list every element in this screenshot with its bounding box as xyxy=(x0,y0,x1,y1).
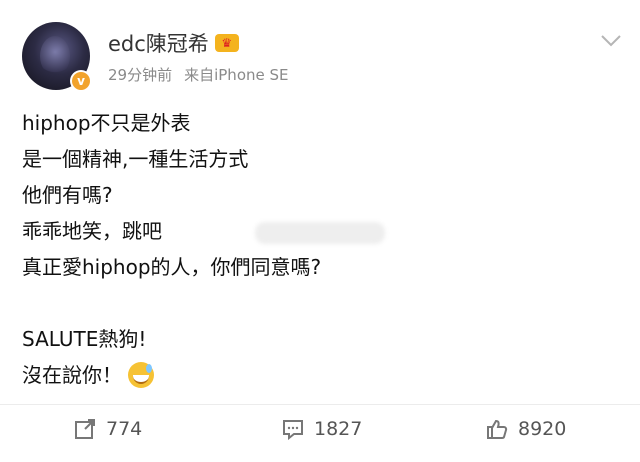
author-name[interactable]: edc陳冠希 xyxy=(108,28,209,58)
post-line-with-emoji: 沒在說你！ xyxy=(22,357,321,393)
comment-count: 1827 xyxy=(314,418,363,440)
repost-icon xyxy=(75,419,95,439)
thumbs-up-icon xyxy=(487,419,508,439)
member-crown-icon[interactable]: ♛ xyxy=(214,34,239,52)
post-content: hiphop不只是外表 是一個精神,一種生活方式 他們有嗎? 乖乖地笑，跳吧 真… xyxy=(22,105,321,393)
post-line: 真正愛hiphop的人，你們同意嗎? xyxy=(22,255,322,279)
post-meta: 29分钟前 来自iPhone SE xyxy=(108,64,289,85)
post-line: 沒在說你！ xyxy=(22,363,122,387)
action-bar: 774 1827 8920 xyxy=(0,410,640,450)
like-count: 8920 xyxy=(518,418,567,440)
post-source: 来自iPhone SE xyxy=(184,66,289,84)
like-button[interactable]: 8920 xyxy=(486,418,566,440)
post-line-blank xyxy=(22,285,321,321)
grinning-sweat-emoji-icon xyxy=(128,362,154,388)
repost-count: 774 xyxy=(106,418,143,440)
author-avatar[interactable]: v xyxy=(22,22,92,92)
chevron-down-icon[interactable] xyxy=(600,34,622,48)
post-line: 是一個精神,一種生活方式 xyxy=(22,147,249,171)
comment-icon xyxy=(283,420,303,440)
post-line: hiphop不只是外表 xyxy=(22,111,191,135)
post-line: 他們有嗎? xyxy=(22,183,113,207)
comment-button[interactable]: 1827 xyxy=(282,418,362,440)
post-time[interactable]: 29分钟前 xyxy=(108,64,172,85)
repost-button[interactable]: 774 xyxy=(74,418,142,440)
blurred-mention xyxy=(255,222,385,244)
post-line: SALUTE熱狗! xyxy=(22,327,147,351)
action-divider xyxy=(0,404,640,405)
verified-badge-icon: v xyxy=(70,70,92,92)
author-name-row: edc陳冠希 ♛ xyxy=(108,28,239,58)
